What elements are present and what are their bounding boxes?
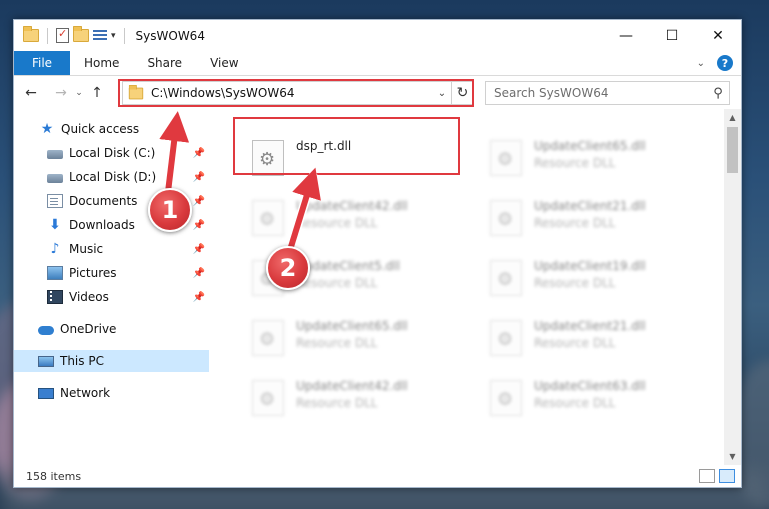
- annotation-arrows: [159, 111, 321, 255]
- step-1-badge: 1: [148, 188, 192, 232]
- step-2-badge: 2: [266, 246, 310, 290]
- arrow-1: [159, 111, 190, 193]
- arrow-2: [287, 167, 321, 251]
